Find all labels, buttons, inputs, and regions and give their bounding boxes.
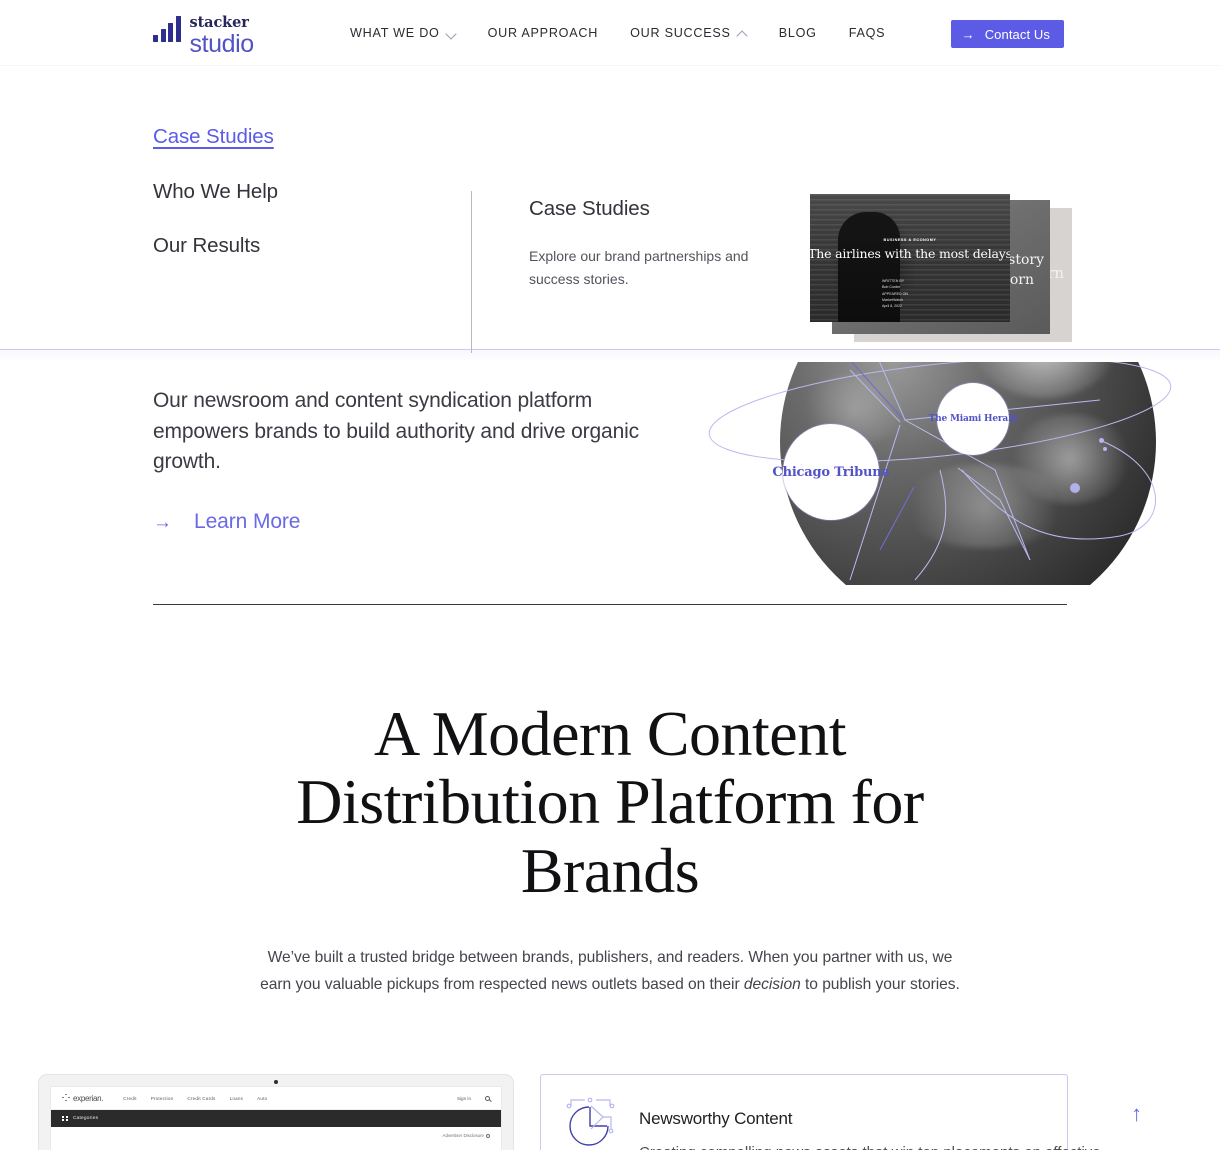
globe-illustration: The Miami Herald Chicago Tribune	[700, 350, 1220, 585]
hero-paragraph: Our newsroom and content syndication pla…	[153, 389, 639, 474]
our-success-dropdown-panel: Case Studies Who We Help Our Results Cas…	[0, 66, 1220, 353]
laptop-mockup: experian. Credit Protection Credit Cards…	[38, 1074, 514, 1150]
arrow-right-icon: →	[153, 511, 172, 533]
experian-nav-credit-cards[interactable]: Credit Cards	[187, 1096, 215, 1101]
dropdown-item-case-studies[interactable]: Case Studies	[153, 124, 278, 151]
learn-more-link[interactable]: → Learn More	[153, 510, 300, 534]
nav-item-what-we-do[interactable]: WHAT WE DO	[350, 0, 472, 66]
advertiser-disclosure-label: Advertiser Disclosure	[442, 1133, 484, 1138]
dropdown-preview-thumbnails[interactable]: ry rn istory e born BUSINESS & ECONOMY T…	[810, 194, 1072, 354]
nav-label: OUR SUCCESS	[630, 26, 731, 40]
nav-label: BLOG	[778, 26, 817, 40]
dropdown-item-who-we-help[interactable]: Who We Help	[153, 179, 278, 206]
nav-item-our-approach[interactable]: OUR APPROACH	[472, 0, 614, 66]
contact-us-button[interactable]: → Contact Us	[950, 20, 1064, 48]
preview-card-byline: WRITTEN BY Bob Corder APPEARED ON MarketWat…	[882, 279, 908, 309]
experian-nav-right: Sign in	[457, 1095, 490, 1101]
dropdown-menu-list: Case Studies Who We Help Our Results	[153, 124, 278, 260]
intro-text-part2: to publish your stories.	[800, 976, 960, 994]
hero-copy: Our newsroom and content syndication pla…	[153, 386, 663, 478]
preview-card-headline: The airlines with the most delays	[810, 246, 1010, 261]
orbit-dot-small-1	[1099, 438, 1104, 443]
experian-dots-icon	[62, 1093, 71, 1103]
nav-label: OUR APPROACH	[487, 26, 599, 40]
dropdown-detail-panel: Case Studies Explore our brand partnersh…	[529, 197, 769, 290]
experian-categories-bar[interactable]: Categories	[51, 1110, 501, 1127]
bottom-row: experian. Credit Protection Credit Cards…	[0, 1070, 1220, 1150]
orbit-dot-large	[1070, 483, 1080, 493]
preview-card-kicker: BUSINESS & ECONOMY	[883, 238, 937, 242]
page-title: A Modern Content Distribution Platform f…	[296, 698, 924, 906]
experian-content-area: Advertiser Disclosure	[51, 1127, 501, 1147]
logo-wordmark-top: stacker	[189, 14, 249, 31]
advertiser-disclosure[interactable]: Advertiser Disclosure	[443, 1133, 490, 1138]
experian-nav-loans[interactable]: Loans	[230, 1096, 244, 1101]
experian-sign-in[interactable]: Sign in	[457, 1096, 471, 1101]
experian-nav-protection[interactable]: Protection	[151, 1096, 174, 1101]
chevron-down-icon	[447, 29, 456, 38]
contact-us-label: Contact Us	[984, 26, 1050, 42]
experian-nav-auto[interactable]: Auto	[257, 1096, 267, 1101]
site-header: stacker studio WHAT WE DO OUR APPROACH O…	[0, 0, 1220, 66]
experian-logo: experian.	[62, 1093, 104, 1103]
nav-label: FAQS	[848, 26, 886, 40]
logo-link[interactable]: stacker studio	[153, 14, 255, 58]
card-subtitle: Creating compelling news assets that win…	[639, 1141, 1113, 1150]
publisher-node-chicago-tribune[interactable]: Chicago Tribune	[772, 424, 890, 520]
hero-bottom-rule	[153, 604, 1067, 605]
card-title: Newsworthy Content	[639, 1109, 793, 1128]
search-icon[interactable]	[485, 1095, 490, 1101]
info-icon	[486, 1133, 490, 1138]
bar-chart-logo-icon	[153, 16, 181, 42]
page-root: stacker studio WHAT WE DO OUR APPROACH O…	[0, 0, 1220, 1150]
preview-card-airlines[interactable]: BUSINESS & ECONOMY The airlines with the…	[810, 194, 1010, 322]
nav-item-faqs[interactable]: FAQS	[833, 0, 902, 66]
experian-nav: experian. Credit Protection Credit Cards…	[51, 1087, 501, 1110]
chevron-up-icon	[738, 29, 747, 38]
intro-section: A Modern Content Distribution Platform f…	[0, 698, 1220, 999]
dropdown-panel-description: Explore our brand partnerships and succe…	[529, 248, 749, 287]
intro-paragraph: We’ve built a trusted bridge between bra…	[260, 945, 960, 999]
experian-categories-label: Categories	[72, 1116, 99, 1121]
publisher-label: The Miami Herald	[928, 414, 1018, 424]
grid-icon	[62, 1115, 68, 1122]
publisher-label: Chicago Tribune	[772, 464, 890, 480]
arrow-right-icon: →	[961, 26, 975, 42]
intro-text-emphasis: decision	[743, 976, 801, 994]
learn-more-label: Learn More	[194, 510, 301, 533]
nav-item-our-success[interactable]: OUR SUCCESS	[614, 0, 763, 66]
experian-nav-links: Credit Protection Credit Cards Loans Aut…	[123, 1096, 267, 1101]
newsworthy-content-card[interactable]: Newsworthy Content Creating compelling n…	[540, 1074, 1142, 1150]
pie-chart-network-icon	[566, 1097, 615, 1146]
logo-wordmark-bottom: studio	[189, 29, 255, 58]
arrow-up-icon[interactable]: ↑	[1131, 1097, 1142, 1125]
dropdown-item-our-results[interactable]: Our Results	[153, 233, 278, 260]
laptop-screen: experian. Credit Protection Credit Cards…	[50, 1086, 502, 1150]
orbit-dot-small-2	[1103, 447, 1107, 451]
primary-navigation: WHAT WE DO OUR APPROACH OUR SUCCESS BLOG…	[350, 0, 901, 66]
dropdown-panel-title: Case Studies	[529, 197, 650, 220]
experian-nav-credit[interactable]: Credit	[123, 1096, 136, 1101]
experian-wordmark: experian.	[73, 1093, 104, 1103]
laptop-camera-dot	[274, 1080, 278, 1084]
nav-label: WHAT WE DO	[350, 26, 440, 40]
dropdown-vertical-divider	[471, 191, 472, 353]
nav-item-blog[interactable]: BLOG	[763, 0, 833, 66]
publisher-node-miami-herald[interactable]: The Miami Herald	[929, 383, 1018, 455]
